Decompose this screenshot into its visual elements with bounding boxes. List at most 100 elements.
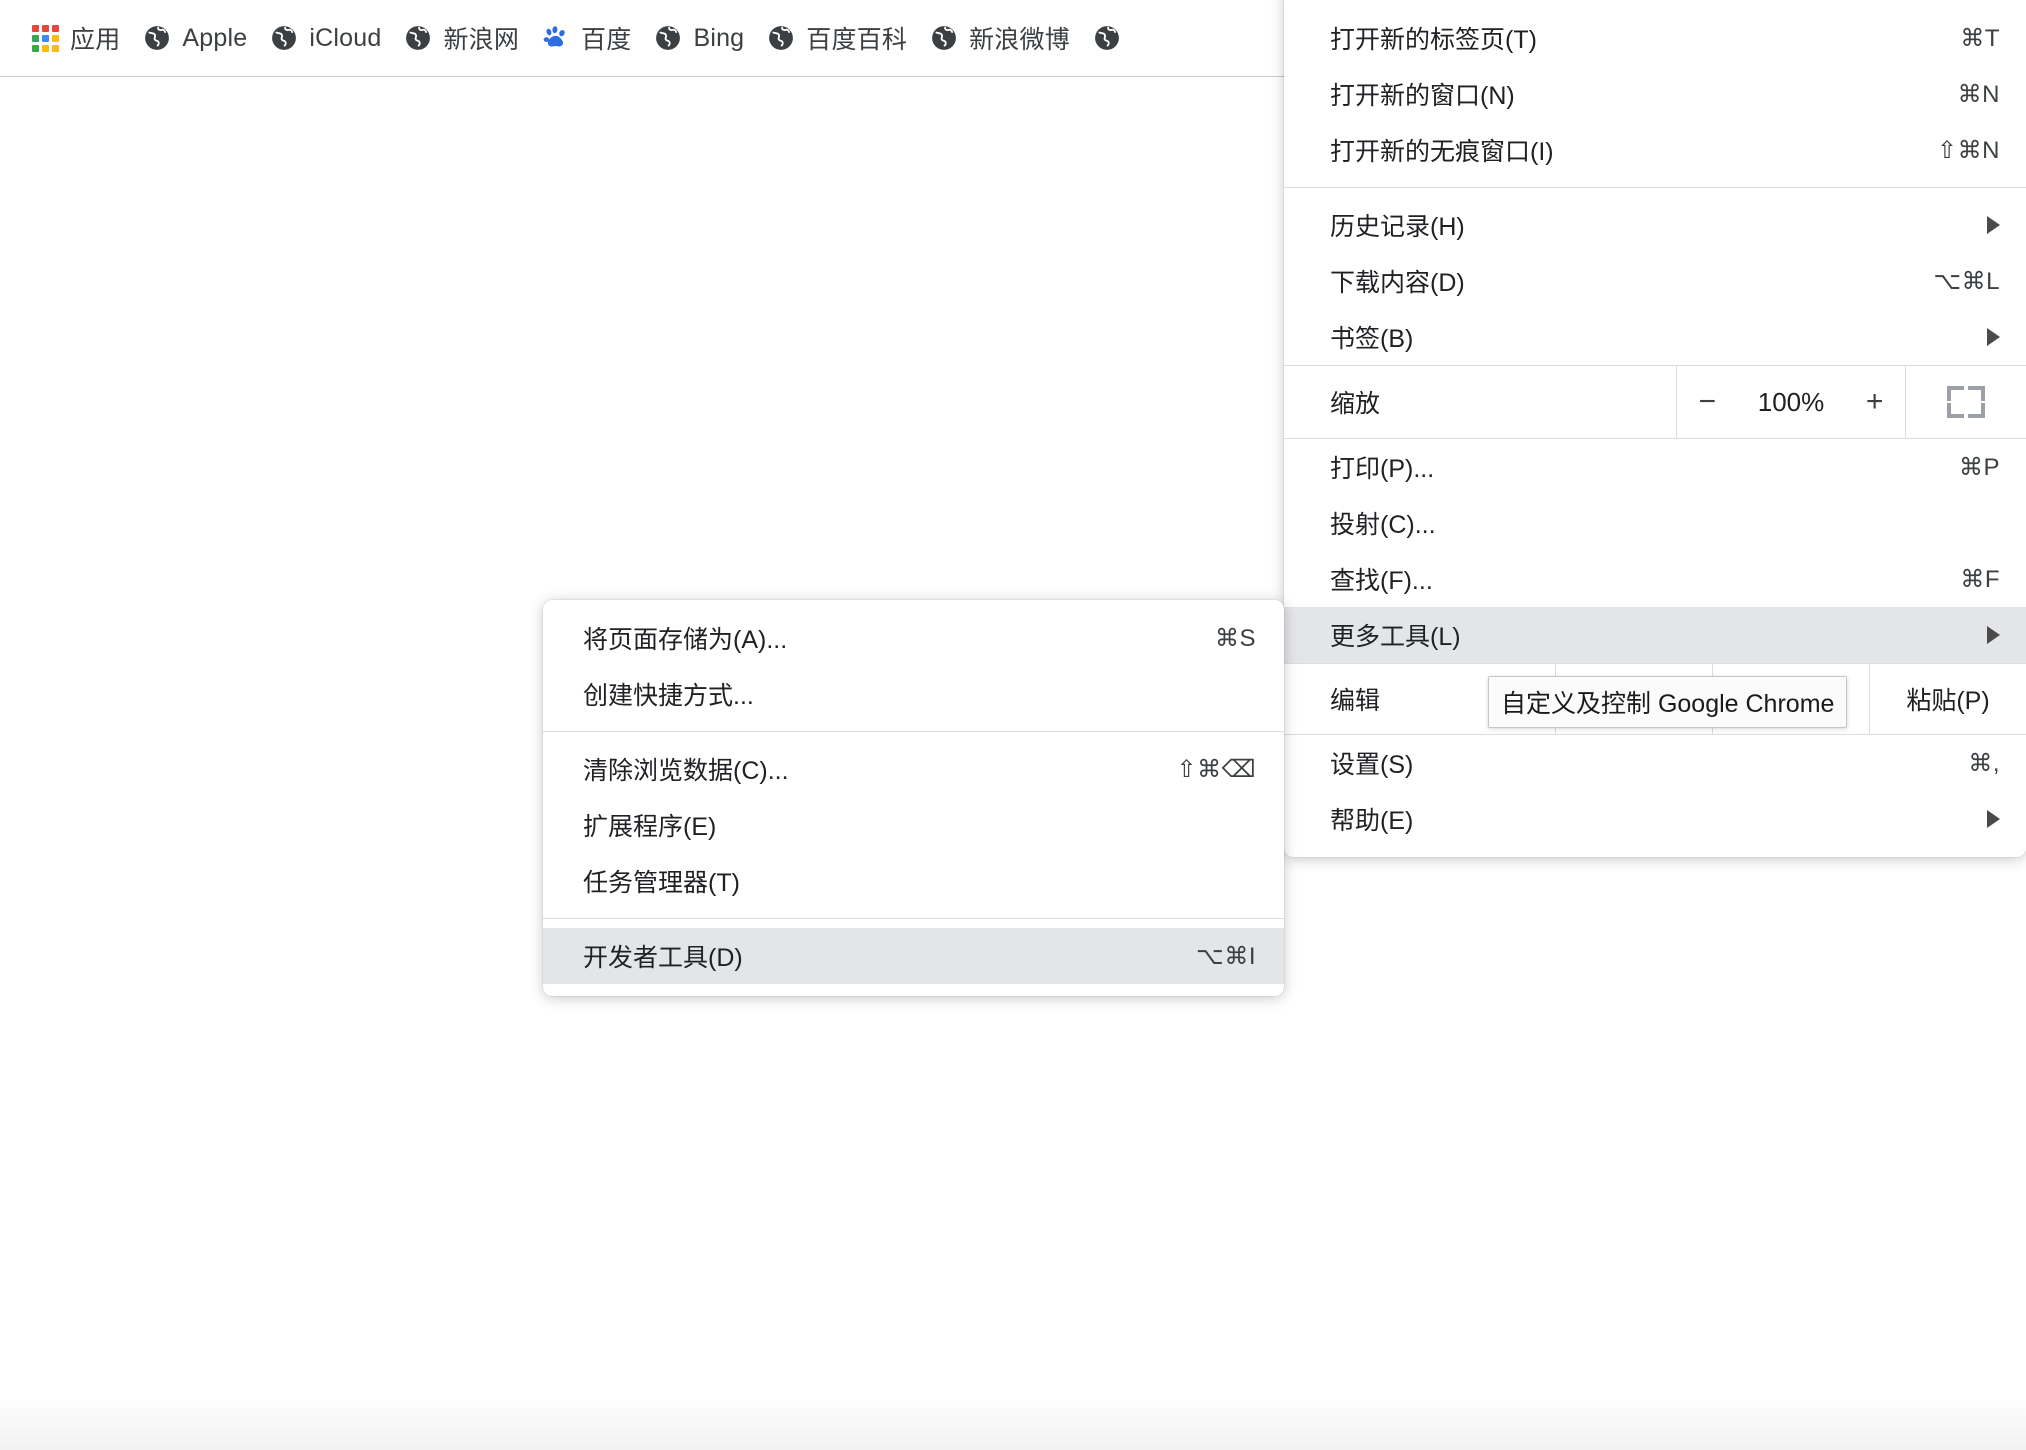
menu-item[interactable]: 将页面存储为(A)... ⌘S <box>543 610 1284 666</box>
more-tools-submenu: 将页面存储为(A)... ⌘S 创建快捷方式... 清除浏览数据(C)... ⇧⌘⌫ 扩… <box>543 600 1284 996</box>
menu-item[interactable]: 历史记录(H) <box>1284 197 2026 253</box>
menu-item[interactable]: 更多工具(L) <box>1284 607 2026 663</box>
menu-item[interactable]: 查找(F)... ⌘F <box>1284 551 2026 607</box>
bookmark-item-百度[interactable]: 百度 <box>531 15 643 61</box>
menu-item-label: 扩展程序(E) <box>583 807 1256 843</box>
chrome-main-menu: 打开新的标签页(T) ⌘T 打开新的窗口(N) ⌘N 打开新的无痕窗口(I) ⇧⌘N 历史… <box>1284 0 2026 857</box>
chevron-right-icon <box>1987 328 2000 346</box>
bookmark-item-iCloud[interactable]: iCloud <box>259 15 393 61</box>
chevron-right-icon <box>1987 810 2000 828</box>
menu-item-label: 更多工具(L) <box>1330 617 1957 653</box>
menu-group-history: 历史记录(H) 下载内容(D) ⌥⌘L 书签(B) <box>1284 197 2026 365</box>
window-bottom-strip <box>0 1400 2026 1450</box>
menu-item[interactable]: 创建快捷方式... <box>543 666 1284 722</box>
globe-icon <box>931 25 957 51</box>
menu-item-shortcut: ⌘P <box>1959 453 2000 482</box>
submenu-group-devtools: 开发者工具(D) ⌥⌘I <box>543 928 1284 984</box>
menu-item-label: 打开新的标签页(T) <box>1330 20 1930 56</box>
apps-grid-icon <box>32 25 58 51</box>
chrome-menu-tooltip: 自定义及控制 Google Chrome <box>1488 676 1847 728</box>
menu-item[interactable]: 开发者工具(D) ⌥⌘I <box>543 928 1284 984</box>
bookmark-item-Bing[interactable]: Bing <box>643 15 756 61</box>
menu-item-label: 清除浏览数据(C)... <box>583 751 1146 787</box>
menu-item-shortcut: ⌥⌘I <box>1196 942 1256 971</box>
menu-separator <box>543 731 1284 732</box>
bookmark-item-Apple[interactable]: Apple <box>132 15 259 61</box>
menu-item-label: 历史记录(H) <box>1330 207 1957 243</box>
menu-item-label: 开发者工具(D) <box>583 938 1166 974</box>
submenu-group-save: 将页面存储为(A)... ⌘S 创建快捷方式... <box>543 610 1284 722</box>
zoom-percentage: 100% <box>1746 387 1836 418</box>
bookmark-label: 新浪网 <box>443 20 519 56</box>
zoom-row: 缩放 − 100% + <box>1284 365 2026 439</box>
menu-group-tools: 打印(P)... ⌘P 投射(C)... 查找(F)... ⌘F更多工具(L) <box>1284 439 2026 663</box>
menu-item-label: 下载内容(D) <box>1330 263 1903 299</box>
bookmark-label: iCloud <box>309 24 381 53</box>
menu-item-label: 将页面存储为(A)... <box>583 620 1185 656</box>
bookmark-label: Bing <box>693 24 744 53</box>
fullscreen-icon <box>1947 386 1985 418</box>
zoom-controls: − 100% + <box>1676 366 1906 438</box>
menu-item[interactable]: 帮助(E) <box>1284 791 2026 847</box>
globe-icon <box>655 25 681 51</box>
menu-item-label: 创建快捷方式... <box>583 676 1256 712</box>
browser-window: 应用 Apple iCloud 新浪网 百度 Bing 百度百科 新浪微博 打开新的标签页(T… <box>0 0 2026 1450</box>
bookmark-item-新浪网[interactable]: 新浪网 <box>393 15 531 61</box>
menu-group-new: 打开新的标签页(T) ⌘T 打开新的窗口(N) ⌘N 打开新的无痕窗口(I) ⇧⌘N <box>1284 10 2026 178</box>
menu-item-label: 书签(B) <box>1330 319 1957 355</box>
globe-icon <box>144 25 170 51</box>
bookmark-label: 新浪微博 <box>969 20 1070 56</box>
menu-item[interactable]: 投射(C)... <box>1284 495 2026 551</box>
bookmark-label: 百度百科 <box>806 20 907 56</box>
menu-item-shortcut: ⌘N <box>1958 80 2000 109</box>
bookmark-label: Apple <box>182 24 247 53</box>
menu-item-shortcut: ⇧⌘⌫ <box>1176 755 1256 784</box>
menu-item-shortcut: ⇧⌘N <box>1937 136 2000 165</box>
bookmark-label: 百度 <box>581 20 631 56</box>
bookmark-item-新浪微博[interactable]: 新浪微博 <box>919 15 1082 61</box>
submenu-group-data: 清除浏览数据(C)... ⇧⌘⌫ 扩展程序(E) 任务管理器(T) <box>543 741 1284 909</box>
globe-icon <box>405 25 431 51</box>
zoom-in-button[interactable]: + <box>1853 387 1897 417</box>
menu-item-label: 打开新的无痕窗口(I) <box>1330 132 1907 168</box>
baidu-paw-icon <box>543 25 569 51</box>
bookmark-label: 应用 <box>70 20 120 56</box>
menu-item-shortcut: ⌘S <box>1215 624 1256 653</box>
menu-item[interactable]: 扩展程序(E) <box>543 797 1284 853</box>
menu-group-settings: 设置(S) ⌘, 帮助(E) <box>1284 735 2026 847</box>
menu-separator <box>543 918 1284 919</box>
zoom-out-button[interactable]: − <box>1685 387 1729 417</box>
menu-item-label: 设置(S) <box>1330 745 1938 781</box>
menu-item[interactable]: 任务管理器(T) <box>543 853 1284 909</box>
globe-icon <box>1094 25 1120 51</box>
menu-item[interactable]: 打开新的无痕窗口(I) ⇧⌘N <box>1284 122 2026 178</box>
globe-icon <box>768 25 794 51</box>
menu-item-label: 打印(P)... <box>1330 449 1929 485</box>
menu-item-label: 帮助(E) <box>1330 801 1957 837</box>
menu-item-shortcut: ⌥⌘L <box>1933 267 2000 296</box>
menu-item-shortcut: ⌘T <box>1960 24 2000 53</box>
menu-item[interactable]: 设置(S) ⌘, <box>1284 735 2026 791</box>
menu-item-label: 打开新的窗口(N) <box>1330 76 1928 112</box>
bookmark-item[interactable] <box>1082 15 1132 61</box>
paste-button[interactable]: 粘贴(P) <box>1869 664 2026 734</box>
fullscreen-button[interactable] <box>1906 366 2026 438</box>
chevron-right-icon <box>1987 216 2000 234</box>
bookmark-item-百度百科[interactable]: 百度百科 <box>756 15 919 61</box>
menu-item[interactable]: 打开新的窗口(N) ⌘N <box>1284 66 2026 122</box>
menu-item-shortcut: ⌘, <box>1968 749 2000 778</box>
bookmark-item-应用[interactable]: 应用 <box>20 15 132 61</box>
menu-item-label: 任务管理器(T) <box>583 863 1256 899</box>
menu-item[interactable]: 下载内容(D) ⌥⌘L <box>1284 253 2026 309</box>
menu-item-shortcut: ⌘F <box>1960 565 2000 594</box>
menu-item-label: 查找(F)... <box>1330 561 1930 597</box>
menu-item-label: 投射(C)... <box>1330 505 2000 541</box>
menu-item[interactable]: 打印(P)... ⌘P <box>1284 439 2026 495</box>
menu-item[interactable]: 清除浏览数据(C)... ⇧⌘⌫ <box>543 741 1284 797</box>
globe-icon <box>271 25 297 51</box>
zoom-label: 缩放 <box>1284 366 1676 438</box>
chevron-right-icon <box>1987 626 2000 644</box>
menu-item[interactable]: 打开新的标签页(T) ⌘T <box>1284 10 2026 66</box>
menu-item[interactable]: 书签(B) <box>1284 309 2026 365</box>
menu-separator <box>1284 187 2026 188</box>
